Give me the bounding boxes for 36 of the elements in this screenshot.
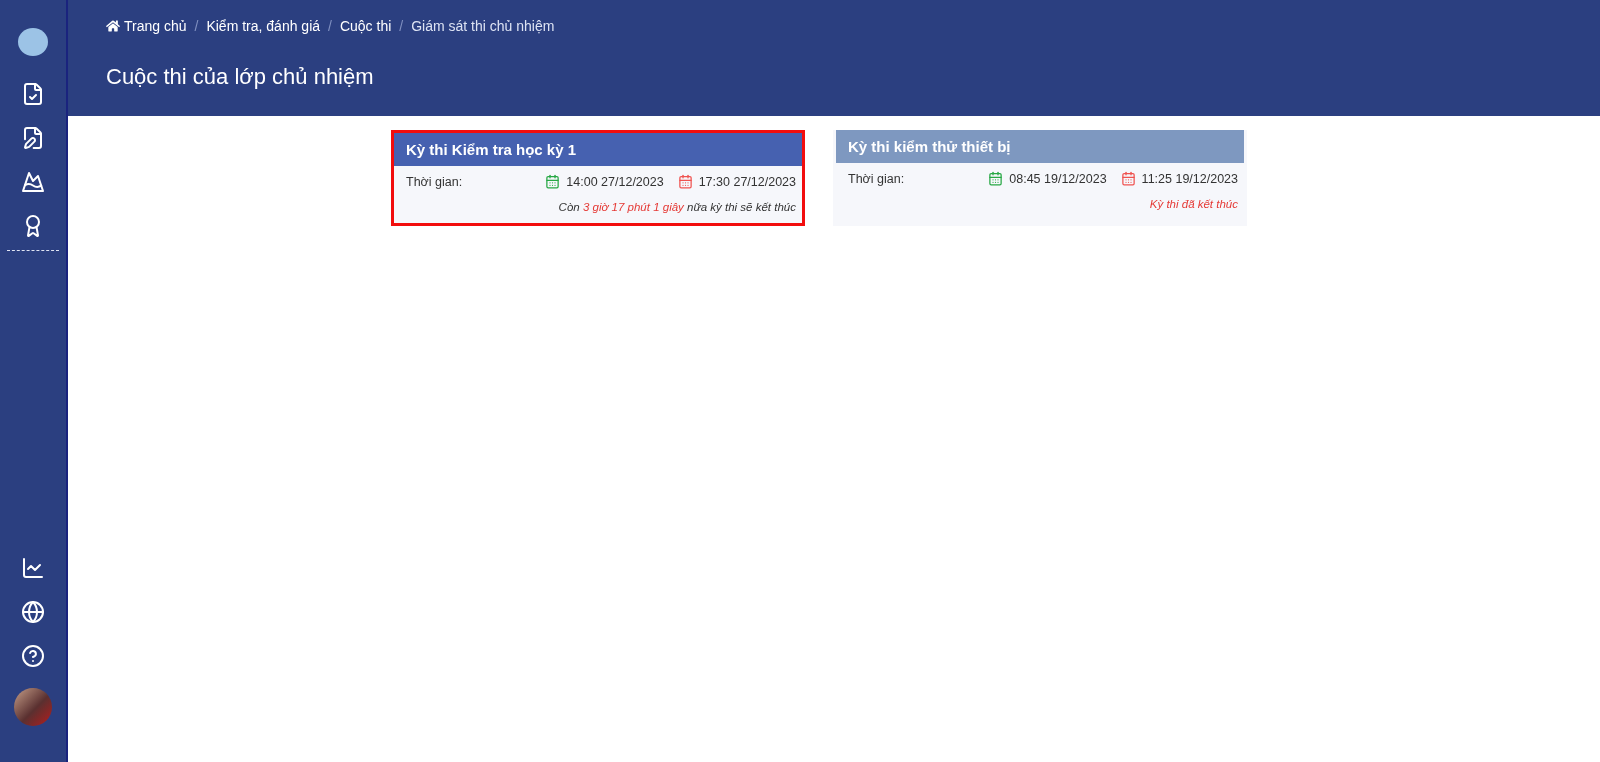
document-check-icon: [21, 82, 45, 106]
help-icon: [21, 644, 45, 668]
exam-card[interactable]: Kỳ thi kiểm thử thiết bị Thời gian: 08:45 19/12/2023 11:25 19/12/2023 Kỳ thi đã kết thúc: [833, 130, 1247, 226]
breadcrumb-separator: /: [399, 18, 404, 34]
breadcrumb-link[interactable]: Trang chủ: [106, 18, 187, 34]
start-time: 08:45 19/12/2023: [1009, 171, 1107, 186]
home-icon: [106, 19, 120, 33]
calendar-icon: [1120, 171, 1136, 186]
sidebar-button[interactable]: [21, 82, 45, 106]
breadcrumb-link[interactable]: Giám sát thi chủ nhiệm: [411, 18, 555, 34]
exam-card[interactable]: Kỳ thi Kiểm tra học kỳ 1 Thời gian: 14:00 27/12/2023 17:30 27/12/2023 Còn 3 giờ 17 phút 1 giây nữa kỳ thi sẽ kết thúc: [391, 130, 805, 226]
time-label: Thời gian:: [406, 174, 464, 189]
exam-status-text: Kỳ thi đã kết thúc: [1149, 198, 1238, 210]
breadcrumb-link[interactable]: Cuộc thi: [339, 18, 392, 34]
time-label: Thời gian:: [848, 171, 906, 186]
avatar-photo-placeholder[interactable]: [14, 688, 52, 726]
calendar-icon: [545, 174, 561, 189]
start-time: 14:00 27/12/2023: [566, 174, 664, 189]
sidebar-button[interactable]: [21, 600, 45, 624]
globe-icon: [21, 600, 45, 624]
countdown-text: Còn 3 giờ 17 phút 1 giây nữa kỳ thi sẽ kết thúc: [558, 201, 796, 213]
document-pen-icon: [21, 126, 45, 150]
breadcrumb-separator: /: [194, 18, 199, 34]
exam-title: Kỳ thi Kiểm tra học kỳ 1: [394, 133, 802, 166]
breadcrumb-link[interactable]: Kiểm tra, đánh giá: [206, 18, 321, 34]
breadcrumb-separator: /: [328, 18, 332, 34]
sidebar-button[interactable]: [21, 126, 45, 150]
chart-icon: [21, 556, 45, 580]
end-time: 17:30 27/12/2023: [698, 174, 796, 189]
exam-title: Kỳ thi kiểm thử thiết bị: [836, 130, 1244, 163]
sidebar-button[interactable]: [21, 556, 45, 580]
end-time: 11:25 19/12/2023: [1141, 171, 1238, 186]
calendar-icon: [677, 174, 693, 189]
calendar-icon: [988, 171, 1004, 186]
page-title: Cuộc thi của lớp chủ nhiệm: [106, 64, 375, 90]
sidebar-button[interactable]: [21, 644, 45, 668]
